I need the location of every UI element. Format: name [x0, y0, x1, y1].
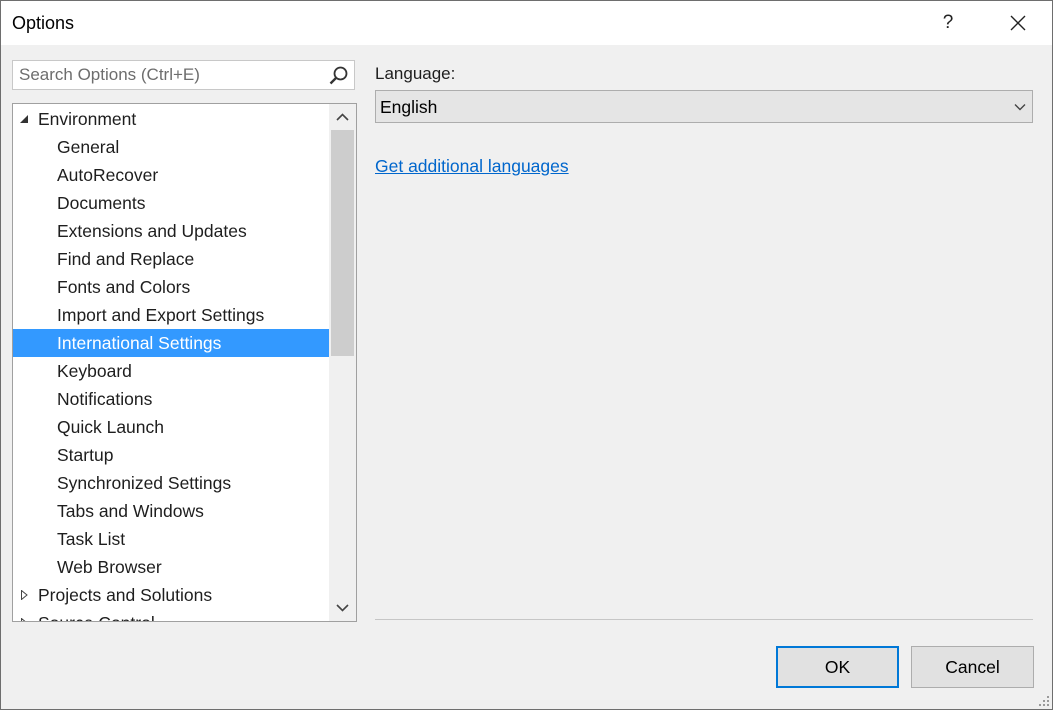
tree-item-label: Task List	[57, 529, 126, 549]
tree-item-label: Tabs and Windows	[57, 501, 204, 521]
search-box[interactable]	[12, 60, 355, 90]
tree-item-label: Web Browser	[57, 557, 162, 577]
tree-item-label: Extensions and Updates	[57, 221, 247, 241]
title-bar: Options ?	[1, 1, 1052, 45]
close-icon	[1010, 15, 1026, 31]
tree-scrollbar[interactable]	[329, 104, 356, 621]
tree-item-international-settings[interactable]: International Settings	[13, 329, 329, 357]
tree-item-label: Startup	[57, 445, 114, 465]
tree-item-label: Import and Export Settings	[57, 305, 265, 325]
ok-button[interactable]: OK	[776, 646, 899, 688]
tree-item-documents[interactable]: Documents	[13, 189, 329, 217]
tree-item-label: Find and Replace	[57, 249, 195, 269]
search-input[interactable]	[19, 64, 319, 86]
scroll-up-button[interactable]	[329, 104, 356, 130]
options-tree[interactable]: Environment General AutoRecover Documents Ex…	[12, 103, 357, 622]
tree-item-task-list[interactable]: Task List	[13, 525, 329, 553]
tree-item-find-and-replace[interactable]: Find and Replace	[13, 245, 329, 273]
tree-item-label: Projects and Solutions	[38, 585, 213, 605]
tree-item-label: Quick Launch	[57, 417, 165, 437]
tree-item-synchronized-settings[interactable]: Synchronized Settings	[13, 469, 329, 497]
scroll-down-button[interactable]	[329, 595, 356, 621]
tree-item-autorecover[interactable]: AutoRecover	[13, 161, 329, 189]
tree-item-label: General	[57, 137, 120, 157]
tree-item-label: Environment	[38, 109, 137, 129]
tree-item-general[interactable]: General	[13, 133, 329, 161]
resize-grip-icon[interactable]	[1037, 694, 1050, 707]
window-title: Options	[12, 13, 75, 33]
chevron-down-icon	[1014, 104, 1026, 111]
separator	[375, 619, 1033, 620]
options-dialog: Options ? Environment General AutoRecover D…	[0, 0, 1053, 710]
help-button[interactable]: ?	[926, 1, 970, 45]
get-additional-languages-link[interactable]: Get additional languages	[375, 156, 569, 177]
tree-item-tabs-and-windows[interactable]: Tabs and Windows	[13, 497, 329, 525]
collapsed-triangle-icon[interactable]	[19, 590, 29, 600]
tree-item-label: Keyboard	[57, 361, 132, 381]
tree-item-label: International Settings	[57, 333, 222, 353]
tree-item-keyboard[interactable]: Keyboard	[13, 357, 329, 385]
search-icon[interactable]	[328, 65, 349, 86]
language-label: Language:	[375, 64, 456, 83]
tree-item-source-control[interactable]: Source Control	[13, 609, 329, 622]
close-button[interactable]	[996, 1, 1040, 45]
chevron-down-icon	[336, 604, 349, 612]
collapsed-triangle-icon[interactable]	[19, 618, 29, 622]
tree-item-label: Fonts and Colors	[57, 277, 191, 297]
tree-item-label: Notifications	[57, 389, 153, 409]
chevron-up-icon	[336, 113, 349, 121]
tree-item-extensions-and-updates[interactable]: Extensions and Updates	[13, 217, 329, 245]
expanded-triangle-icon[interactable]	[19, 114, 29, 124]
scroll-thumb[interactable]	[331, 130, 354, 356]
cancel-button[interactable]: Cancel	[911, 646, 1034, 688]
tree-item-label: Synchronized Settings	[57, 473, 232, 493]
language-value: English	[380, 97, 438, 117]
tree-item-quick-launch[interactable]: Quick Launch	[13, 413, 329, 441]
tree-item-label: Source Control	[38, 613, 155, 621]
language-dropdown[interactable]: English	[375, 90, 1033, 123]
tree-item-label: Documents	[57, 193, 146, 213]
tree-item-import-and-export-settings[interactable]: Import and Export Settings	[13, 301, 329, 329]
tree-item-notifications[interactable]: Notifications	[13, 385, 329, 413]
tree-item-fonts-and-colors[interactable]: Fonts and Colors	[13, 273, 329, 301]
tree-item-label: AutoRecover	[57, 165, 159, 185]
tree-item-projects-and-solutions[interactable]: Projects and Solutions	[13, 581, 329, 609]
tree-item-startup[interactable]: Startup	[13, 441, 329, 469]
tree-item-web-browser[interactable]: Web Browser	[13, 553, 329, 581]
tree-list: Environment General AutoRecover Documents Ex…	[13, 105, 329, 622]
tree-item-environment[interactable]: Environment	[13, 105, 329, 133]
